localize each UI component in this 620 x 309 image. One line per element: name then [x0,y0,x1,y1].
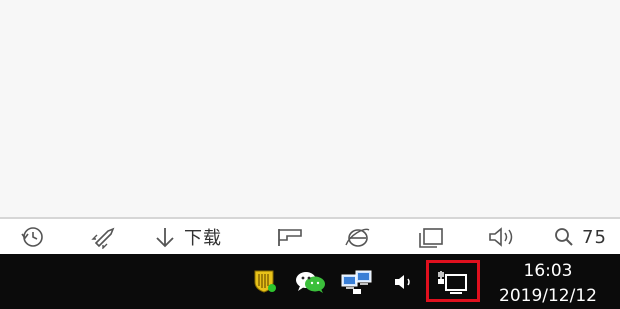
window-button[interactable] [415,223,447,251]
history-button[interactable] [18,223,48,251]
download-button[interactable]: 下载 [150,223,222,251]
speedup-button[interactable] [88,223,118,251]
clock-date: 2019/12/12 [499,286,597,306]
taskbar-clock[interactable]: 16:03 2019/12/12 [480,260,616,308]
windows-taskbar: 16:03 2019/12/12 [0,254,620,309]
sound-button[interactable] [486,223,518,251]
security-shield-icon[interactable] [252,268,278,294]
network-computers-icon[interactable] [340,268,374,296]
zoom-icon [555,228,573,246]
page-content-area [0,0,620,217]
clock-time: 16:03 [523,261,573,281]
rocket-icon [91,227,115,249]
flag-button[interactable] [274,223,306,251]
ie-mode-button[interactable] [342,223,374,251]
window-icon [419,228,443,248]
flag-icon [278,229,302,246]
wechat-icon[interactable] [294,269,328,295]
ie-browser-icon [345,228,370,247]
network-connection-icon[interactable] [436,269,470,295]
download-arrow-icon [156,228,174,248]
zoom-level: 75 [582,226,607,248]
download-label: 下载 [184,228,222,249]
browser-status-bar: 下载 75 [0,217,620,254]
speaker-icon [489,227,513,247]
back-arrow-circle-icon [21,227,43,247]
volume-icon[interactable] [392,271,418,293]
zoom-control[interactable]: 75 [550,223,607,251]
